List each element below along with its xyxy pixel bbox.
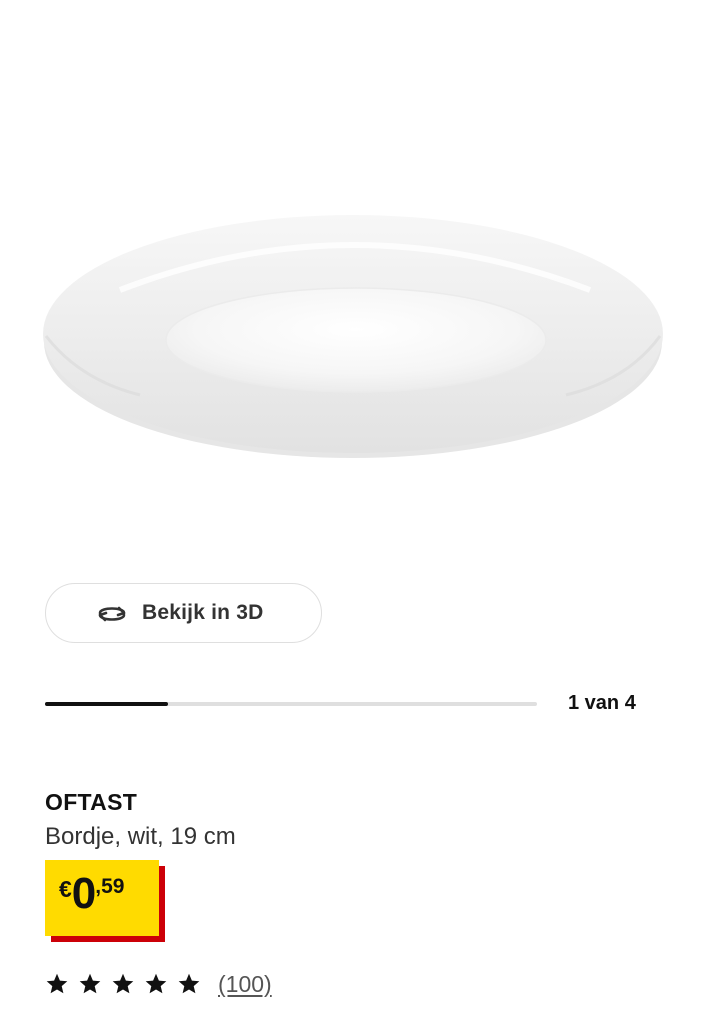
star-icon (112, 973, 134, 994)
star-icon (46, 973, 68, 994)
review-count-link[interactable]: (100) (218, 971, 272, 998)
price-tag: € 0 ,59 (45, 860, 165, 942)
price-decimal: ,59 (95, 875, 125, 898)
carousel-counter: 1 van 4 (568, 692, 636, 714)
view-in-3d-button[interactable]: Bekijk in 3D (45, 583, 322, 643)
price-currency: € (59, 876, 72, 902)
product-rating[interactable]: (100) (45, 966, 272, 1002)
star-icon (79, 973, 101, 994)
product-name[interactable]: OFTAST (45, 789, 137, 816)
star-icon (178, 973, 200, 994)
product-description: Bordje, wit, 19 cm (45, 823, 236, 850)
star-icon (145, 973, 167, 994)
carousel-progress-track[interactable] (45, 702, 537, 706)
view-in-3d-label: Bekijk in 3D (142, 601, 264, 624)
carousel-progress-indicator (45, 702, 168, 706)
plate-image (43, 215, 663, 458)
price-integer: 0 (71, 869, 97, 918)
product-image[interactable] (0, 0, 707, 560)
price-tag-face: € 0 ,59 (45, 860, 159, 936)
rating-stars (45, 972, 210, 996)
rotate-3d-icon (94, 601, 130, 625)
